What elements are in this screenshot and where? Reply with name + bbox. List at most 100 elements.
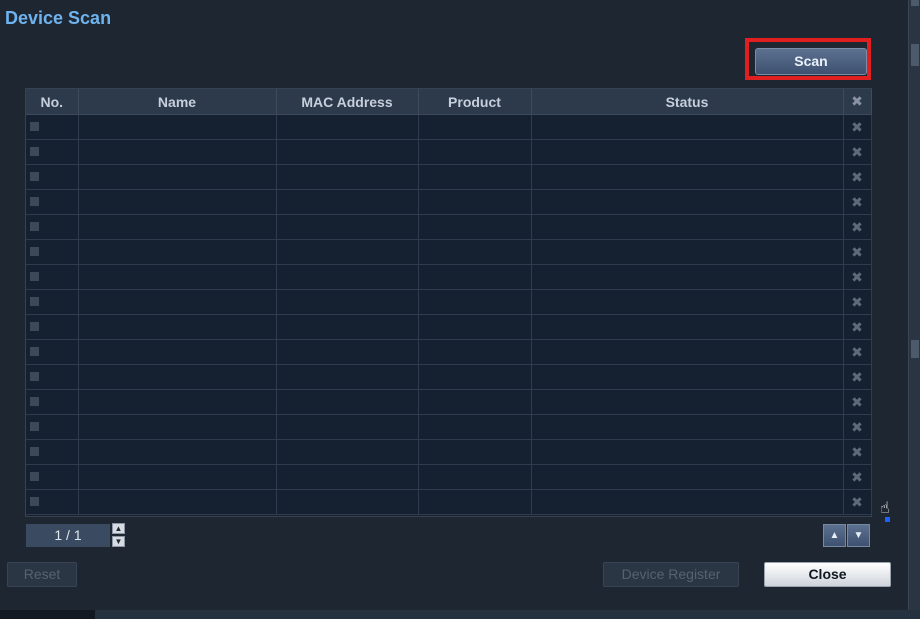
column-header-status[interactable]: Status	[531, 89, 844, 115]
spin-down-icon[interactable]: ▼	[112, 536, 125, 547]
cell-mac-address	[276, 314, 419, 340]
cell-status	[531, 214, 844, 240]
delete-row-icon[interactable]: ✖	[843, 389, 872, 415]
close-button[interactable]: Close	[764, 562, 891, 587]
table-row[interactable]: ✖	[26, 439, 872, 465]
cell-product	[418, 414, 532, 440]
row-checkbox[interactable]	[30, 272, 39, 282]
row-checkbox[interactable]	[30, 347, 39, 357]
cell-status	[531, 364, 844, 390]
delete-row-icon[interactable]: ✖	[843, 189, 872, 215]
row-checkbox[interactable]	[30, 322, 39, 332]
delete-row-icon[interactable]: ✖	[843, 264, 872, 290]
cell-product	[418, 339, 532, 365]
delete-row-icon[interactable]: ✖	[843, 339, 872, 365]
delete-row-icon[interactable]: ✖	[843, 489, 872, 515]
row-checkbox[interactable]	[30, 197, 39, 207]
delete-all-icon[interactable]: ✖	[843, 89, 872, 115]
delete-row-icon[interactable]: ✖	[843, 439, 872, 465]
row-checkbox[interactable]	[30, 447, 39, 457]
table-row[interactable]: ✖	[26, 139, 872, 165]
reset-button[interactable]: Reset	[7, 562, 77, 587]
strip-mark	[911, 0, 919, 6]
column-header-name[interactable]: Name	[78, 89, 277, 115]
row-checkbox[interactable]	[30, 297, 39, 307]
window-title: Device Scan	[5, 8, 112, 28]
cell-status	[531, 489, 844, 515]
cell-mac-address	[276, 389, 419, 415]
table-row[interactable]: ✖	[26, 389, 872, 415]
table-header-row: No. Name MAC Address Product Status ✖	[26, 89, 872, 115]
row-checkbox[interactable]	[30, 247, 39, 257]
device-register-button[interactable]: Device Register	[603, 562, 739, 587]
delete-row-icon[interactable]: ✖	[843, 314, 872, 340]
row-checkbox[interactable]	[30, 497, 39, 507]
page-indicator: 1 / 1	[26, 524, 110, 547]
row-checkbox[interactable]	[30, 397, 39, 407]
cell-no	[26, 339, 79, 365]
table-row[interactable]: ✖	[26, 164, 872, 190]
row-checkbox[interactable]	[30, 472, 39, 482]
table-row[interactable]: ✖	[26, 239, 872, 265]
cell-status	[531, 414, 844, 440]
delete-row-icon[interactable]: ✖	[843, 114, 872, 140]
row-checkbox[interactable]	[30, 222, 39, 232]
column-header-product[interactable]: Product	[418, 89, 532, 115]
row-checkbox[interactable]	[30, 172, 39, 182]
delete-row-icon[interactable]: ✖	[843, 239, 872, 265]
spin-up-icon[interactable]: ▲	[112, 523, 125, 534]
scan-button[interactable]: Scan	[755, 48, 867, 75]
cell-product	[418, 289, 532, 315]
table-row[interactable]: ✖	[26, 414, 872, 440]
delete-row-icon[interactable]: ✖	[843, 464, 872, 490]
table-row[interactable]: ✖	[26, 489, 872, 515]
cell-mac-address	[276, 489, 419, 515]
row-checkbox[interactable]	[30, 147, 39, 157]
cell-name	[78, 314, 277, 340]
bottom-bar-segment	[0, 610, 95, 619]
cell-name	[78, 339, 277, 365]
cell-status	[531, 439, 844, 465]
cell-mac-address	[276, 189, 419, 215]
cell-product	[418, 189, 532, 215]
cell-no	[26, 464, 79, 490]
cell-status	[531, 139, 844, 165]
arrow-down-icon[interactable]: ▼	[847, 524, 870, 547]
cell-no	[26, 114, 79, 140]
row-checkbox[interactable]	[30, 122, 39, 132]
row-checkbox[interactable]	[30, 422, 39, 432]
cell-name	[78, 264, 277, 290]
delete-row-icon[interactable]: ✖	[843, 164, 872, 190]
row-checkbox[interactable]	[30, 372, 39, 382]
table-row[interactable]: ✖	[26, 464, 872, 490]
cell-product	[418, 239, 532, 265]
table-row[interactable]: ✖	[26, 364, 872, 390]
table-row[interactable]: ✖	[26, 289, 872, 315]
table-row[interactable]: ✖	[26, 114, 872, 140]
cell-no	[26, 414, 79, 440]
cell-product	[418, 489, 532, 515]
table-row[interactable]: ✖	[26, 189, 872, 215]
delete-row-icon[interactable]: ✖	[843, 214, 872, 240]
delete-row-icon[interactable]: ✖	[843, 289, 872, 315]
table-row[interactable]: ✖	[26, 314, 872, 340]
cell-name	[78, 389, 277, 415]
device-table: No. Name MAC Address Product Status ✖ ✖ ✖…	[25, 88, 872, 517]
cell-mac-address	[276, 139, 419, 165]
cell-product	[418, 364, 532, 390]
bottom-bar	[0, 610, 920, 619]
table-row[interactable]: ✖	[26, 339, 872, 365]
delete-row-icon[interactable]: ✖	[843, 364, 872, 390]
table-row[interactable]: ✖	[26, 264, 872, 290]
cell-mac-address	[276, 414, 419, 440]
cell-product	[418, 139, 532, 165]
delete-row-icon[interactable]: ✖	[843, 414, 872, 440]
cell-status	[531, 389, 844, 415]
delete-row-icon[interactable]: ✖	[843, 139, 872, 165]
arrow-up-icon[interactable]: ▲	[823, 524, 846, 547]
column-header-mac-address[interactable]: MAC Address	[276, 89, 419, 115]
cell-name	[78, 139, 277, 165]
cell-product	[418, 464, 532, 490]
table-row[interactable]: ✖	[26, 214, 872, 240]
column-header-no[interactable]: No.	[26, 89, 79, 115]
